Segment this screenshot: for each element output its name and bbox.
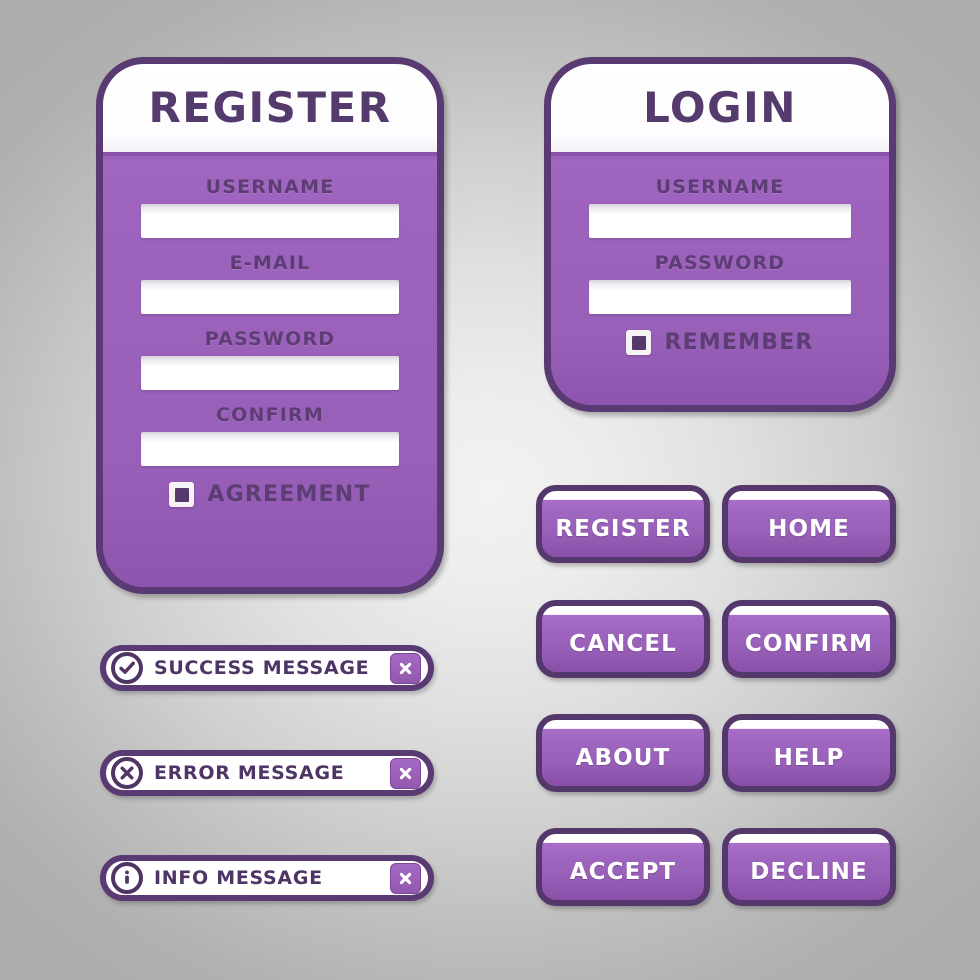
login-username-label: USERNAME	[655, 176, 785, 198]
register-panel-header: REGISTER	[103, 64, 437, 156]
info-message-text: INFO MESSAGE	[154, 867, 323, 889]
confirm-button-label: CONFIRM	[744, 630, 874, 657]
close-x-icon[interactable]	[390, 862, 421, 894]
decline-button[interactable]: DECLINE	[722, 828, 896, 906]
register-email-input[interactable]	[141, 280, 399, 314]
login-panel-header: LOGIN	[551, 64, 889, 156]
accept-button-label: ACCEPT	[569, 858, 677, 885]
login-password-input[interactable]	[589, 280, 851, 314]
login-title: LOGIN	[643, 83, 797, 132]
register-email-label: E-MAIL	[229, 252, 311, 274]
success-message-bar: SUCCESS MESSAGE	[100, 645, 434, 691]
checkbox-filled-icon[interactable]	[626, 330, 652, 355]
register-agreement-label: AGREEMENT	[207, 482, 371, 507]
register-username-label: USERNAME	[205, 176, 335, 198]
cancel-button-label: CANCEL	[569, 630, 677, 657]
checkbox-filled-icon[interactable]	[169, 482, 195, 507]
close-x-icon[interactable]	[390, 757, 421, 789]
register-panel-body: USERNAME E-MAIL PASSWORD CONFIRM AGREEME…	[103, 160, 437, 587]
login-panel-body: USERNAME PASSWORD REMEMBER	[551, 160, 889, 405]
register-agreement-row[interactable]: AGREEMENT	[141, 482, 399, 507]
home-button[interactable]: HOME	[722, 485, 896, 563]
register-password-label: PASSWORD	[204, 328, 336, 350]
register-title: REGISTER	[148, 83, 392, 132]
help-button[interactable]: HELP	[722, 714, 896, 792]
login-remember-row[interactable]: REMEMBER	[589, 330, 851, 355]
accept-button[interactable]: ACCEPT	[536, 828, 710, 906]
login-username-input[interactable]	[589, 204, 851, 238]
register-username-input[interactable]	[141, 204, 399, 238]
home-button-label: HOME	[768, 515, 850, 542]
login-remember-label: REMEMBER	[664, 330, 814, 355]
check-circle-icon	[111, 652, 143, 684]
login-panel: LOGIN USERNAME PASSWORD REMEMBER	[544, 57, 896, 412]
error-message-text: ERROR MESSAGE	[154, 762, 345, 784]
cancel-button[interactable]: CANCEL	[536, 600, 710, 678]
register-button-label: REGISTER	[555, 515, 691, 542]
register-confirm-input[interactable]	[141, 432, 399, 466]
ui-kit-canvas: REGISTER USERNAME E-MAIL PASSWORD CONFIR…	[0, 0, 980, 980]
error-message-bar: ERROR MESSAGE	[100, 750, 434, 796]
close-x-icon[interactable]	[390, 652, 421, 684]
help-button-label: HELP	[773, 744, 845, 771]
success-message-text: SUCCESS MESSAGE	[154, 657, 370, 679]
register-panel: REGISTER USERNAME E-MAIL PASSWORD CONFIR…	[96, 57, 444, 594]
about-button-label: ABOUT	[575, 744, 671, 771]
register-password-input[interactable]	[141, 356, 399, 390]
decline-button-label: DECLINE	[750, 858, 868, 885]
register-confirm-label: CONFIRM	[216, 404, 324, 426]
x-circle-icon	[111, 757, 143, 789]
register-button[interactable]: REGISTER	[536, 485, 710, 563]
confirm-button[interactable]: CONFIRM	[722, 600, 896, 678]
about-button[interactable]: ABOUT	[536, 714, 710, 792]
info-message-bar: INFO MESSAGE	[100, 855, 434, 901]
info-circle-icon	[111, 862, 143, 894]
login-password-label: PASSWORD	[654, 252, 786, 274]
